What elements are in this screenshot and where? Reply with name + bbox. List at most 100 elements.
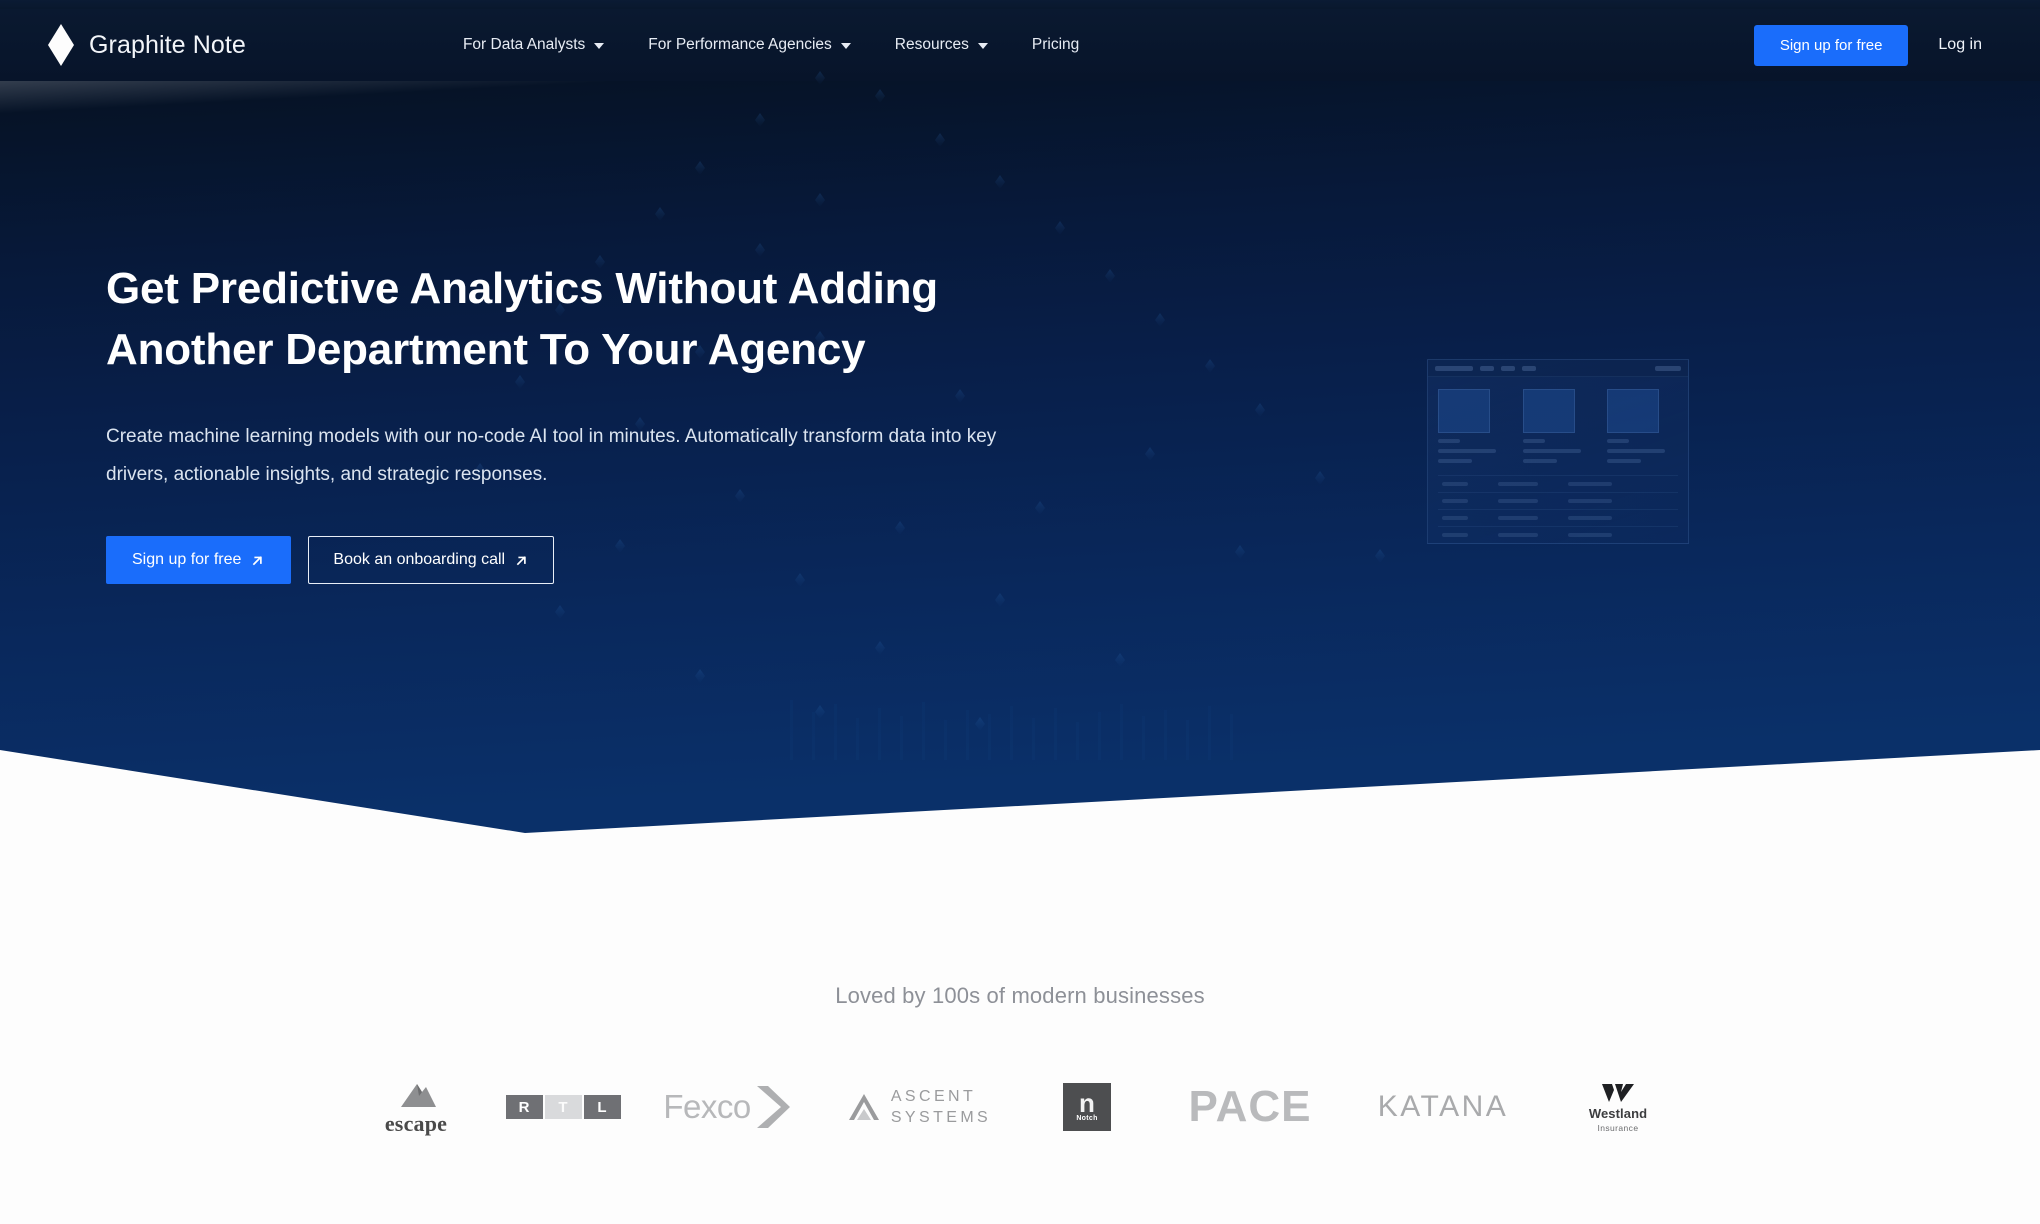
mockup-table-cell bbox=[1498, 533, 1538, 537]
mockup-toolbar-item bbox=[1655, 365, 1681, 371]
hero-angled-divider bbox=[0, 750, 2040, 840]
client-logo-label: escape bbox=[384, 1110, 448, 1136]
product-dashboard-preview bbox=[1427, 359, 1689, 544]
hero-cta-group: Sign up for free Book an onboarding call bbox=[106, 536, 1006, 584]
mockup-table-cell bbox=[1568, 516, 1612, 520]
nav-item-label: Pricing bbox=[1031, 36, 1080, 53]
client-logo-escape: escape bbox=[342, 1064, 490, 1150]
w-mark-icon bbox=[1601, 1083, 1634, 1102]
mockup-card bbox=[1522, 389, 1594, 463]
mountain-icon bbox=[400, 1083, 436, 1107]
notch-letter: n bbox=[1079, 1088, 1095, 1118]
mockup-toolbar-item bbox=[1522, 365, 1536, 371]
chevron-down-icon bbox=[977, 43, 988, 49]
client-logo-label: KATANA bbox=[1377, 1090, 1509, 1123]
client-logo-label: PACE bbox=[1188, 1082, 1312, 1131]
mockup-card-line bbox=[1438, 459, 1472, 463]
mockup-table-row bbox=[1438, 509, 1678, 526]
mockup-card-thumb bbox=[1607, 389, 1660, 433]
mockup-card-line bbox=[1607, 439, 1630, 443]
social-proof-heading: Loved by 100s of modern businesses bbox=[835, 983, 1205, 1008]
hero-section: Graphite Note For Data Analysts For Perf… bbox=[0, 0, 2040, 840]
mockup-table-cell bbox=[1498, 482, 1538, 486]
nav-signup-button[interactable]: Sign up for free bbox=[1753, 24, 1909, 66]
nav-item-label: Resources bbox=[894, 36, 969, 53]
client-logo-label-line1: ASCENT bbox=[890, 1087, 977, 1105]
mockup-card-line bbox=[1438, 439, 1460, 443]
mockup-card bbox=[1438, 389, 1509, 463]
mockup-card-thumb bbox=[1522, 389, 1575, 433]
mockup-toolbar-item bbox=[1480, 365, 1494, 371]
rtl-letter-r: R bbox=[505, 1095, 543, 1119]
mockup-card-line bbox=[1607, 459, 1642, 463]
triangle-icon bbox=[848, 1094, 879, 1120]
mockup-card-line bbox=[1607, 449, 1666, 453]
client-logo-notch: n Notch bbox=[1022, 1064, 1152, 1150]
mockup-table-cell bbox=[1442, 533, 1468, 537]
nav-item-for-data-analysts[interactable]: For Data Analysts bbox=[441, 30, 626, 60]
mockup-table-cell bbox=[1568, 499, 1612, 503]
mockup-table-row bbox=[1438, 492, 1678, 509]
chevron-down-icon bbox=[594, 43, 605, 49]
client-logo-pace: PACE bbox=[1152, 1064, 1348, 1150]
client-logo-label: Fexco bbox=[663, 1088, 751, 1125]
client-logo-row: escape R T L Fexco ASCENT SYSTEMS n Notc… bbox=[0, 1064, 2040, 1150]
client-logo-rtl: R T L bbox=[490, 1064, 638, 1150]
mockup-card-line bbox=[1522, 449, 1581, 453]
hero-signup-button[interactable]: Sign up for free bbox=[106, 536, 292, 584]
social-proof-section: Loved by 100s of modern businesses escap… bbox=[0, 840, 2040, 1224]
mockup-table-cell bbox=[1568, 482, 1612, 486]
mockup-table-cell bbox=[1442, 482, 1468, 486]
nav-item-label: For Performance Agencies bbox=[648, 36, 832, 53]
nav-item-for-performance-agencies[interactable]: For Performance Agencies bbox=[626, 30, 873, 60]
nav-item-label: For Data Analysts bbox=[462, 36, 586, 53]
mockup-card-line bbox=[1522, 459, 1557, 463]
mockup-table-row bbox=[1438, 526, 1678, 543]
mockup-toolbar-item bbox=[1435, 365, 1473, 371]
mockup-toolbar-item bbox=[1501, 365, 1515, 371]
mockup-toolbar bbox=[1428, 360, 1688, 377]
client-logo-katana: KATANA bbox=[1348, 1064, 1538, 1150]
brand-name: Graphite Note bbox=[89, 30, 246, 59]
mockup-card-thumb bbox=[1438, 389, 1490, 433]
chevron-down-icon bbox=[840, 43, 851, 49]
hero-content: Get Predictive Analytics Without Adding … bbox=[106, 258, 1006, 584]
client-logo-label-line2: Insurance bbox=[1597, 1122, 1639, 1133]
client-logo-label: Notch bbox=[1076, 1115, 1098, 1122]
hero-subheadline: Create machine learning models with our … bbox=[106, 426, 997, 485]
rtl-letter-l: L bbox=[583, 1095, 621, 1119]
arrow-up-right-icon bbox=[516, 555, 526, 565]
rtl-letter-t: T bbox=[544, 1095, 582, 1119]
main-navigation: Graphite Note For Data Analysts For Perf… bbox=[0, 9, 2040, 81]
mockup-table-row bbox=[1438, 475, 1678, 492]
hero-book-call-label: Book an onboarding call bbox=[333, 551, 506, 568]
mockup-table-cell bbox=[1568, 533, 1612, 537]
nav-item-resources[interactable]: Resources bbox=[873, 30, 1010, 60]
mockup-card-line bbox=[1522, 439, 1545, 443]
nav-links: For Data Analysts For Performance Agenci… bbox=[441, 30, 1101, 60]
chevron-right-icon bbox=[756, 1086, 790, 1128]
client-logo-fexco: Fexco bbox=[638, 1064, 816, 1150]
diamond-icon bbox=[48, 24, 74, 66]
nav-actions: Sign up for free Log in bbox=[1753, 24, 1996, 66]
mockup-card-line bbox=[1438, 449, 1496, 453]
mockup-card-row bbox=[1428, 377, 1688, 463]
nav-login-link[interactable]: Log in bbox=[1924, 26, 1996, 64]
hero-headline: Get Predictive Analytics Without Adding … bbox=[106, 264, 938, 374]
nav-item-pricing[interactable]: Pricing bbox=[1010, 30, 1101, 60]
client-logo-label-line2: SYSTEMS bbox=[890, 1108, 992, 1126]
client-logo-label-line1: Westland bbox=[1588, 1105, 1648, 1121]
mockup-table-cell bbox=[1442, 516, 1468, 520]
mockup-table-cell bbox=[1498, 516, 1538, 520]
brand-logo[interactable]: Graphite Note bbox=[48, 24, 246, 66]
hero-signup-label: Sign up for free bbox=[132, 551, 242, 568]
mockup-table bbox=[1428, 463, 1688, 543]
arrow-up-right-icon bbox=[253, 555, 263, 565]
mockup-table-cell bbox=[1442, 499, 1468, 503]
mockup-card bbox=[1607, 389, 1678, 463]
mockup-table-cell bbox=[1498, 499, 1538, 503]
client-logo-westland-insurance: Westland Insurance bbox=[1538, 1064, 1698, 1150]
top-accent-strip bbox=[0, 0, 2040, 9]
hero-book-call-button[interactable]: Book an onboarding call bbox=[308, 536, 555, 584]
client-logo-ascent-systems: ASCENT SYSTEMS bbox=[816, 1064, 1022, 1150]
